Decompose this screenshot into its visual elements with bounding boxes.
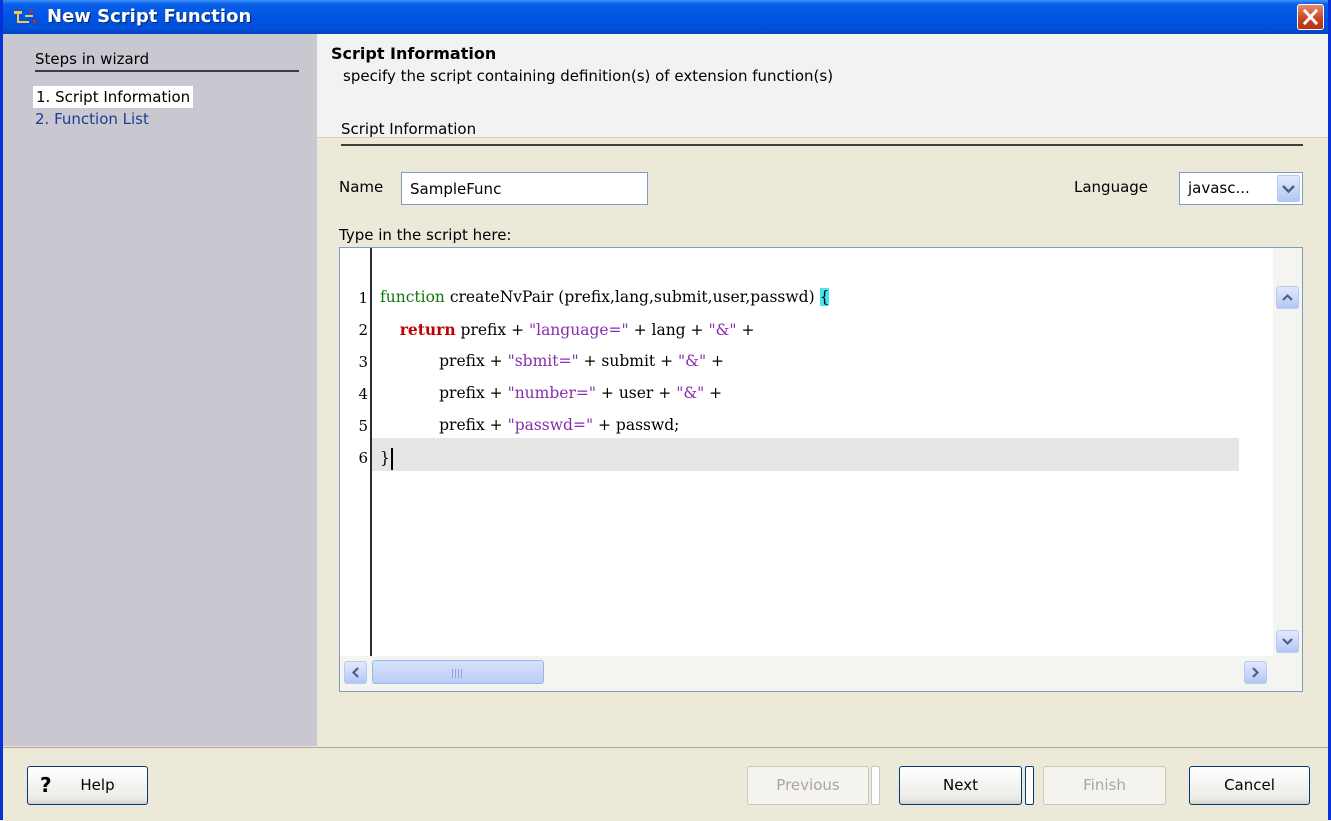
code-string: "sbmit=" — [507, 352, 579, 370]
line-number: 2 — [358, 321, 368, 339]
next-menu-button[interactable] — [1025, 766, 1034, 805]
text-cursor — [390, 448, 393, 470]
close-icon — [1302, 8, 1319, 26]
steps-divider — [35, 70, 299, 72]
code-line: } — [380, 448, 393, 470]
steps-pane — [3, 34, 317, 746]
code-brace-match: { — [819, 288, 830, 306]
step-script-information: 1. Script Information — [33, 86, 194, 108]
grip-icon: |||| — [451, 669, 464, 679]
dropdown-arrow-icon — [1282, 185, 1295, 194]
scroll-up-icon — [1282, 293, 1293, 301]
code-text: + passwd; — [593, 416, 680, 434]
code-line: return prefix + "language=" + lang + "&"… — [380, 320, 755, 339]
code-line: prefix + "number=" + user + "&" + — [380, 384, 722, 402]
previous-menu-button[interactable] — [871, 766, 880, 805]
name-label: Name — [339, 178, 384, 196]
cancel-button[interactable]: Cancel — [1189, 766, 1310, 805]
code-text: prefix + — [380, 352, 508, 370]
line-number-gutter: 1 2 3 4 5 6 — [340, 248, 372, 656]
code-text: + — [706, 352, 724, 370]
title-bar[interactable]: New Script Function — [3, 0, 1328, 34]
code-string: "&" — [678, 352, 707, 370]
horizontal-scroll-thumb[interactable]: |||| — [372, 660, 544, 684]
code-string: "passwd=" — [507, 416, 594, 434]
next-button[interactable]: Next — [899, 766, 1022, 805]
script-editor[interactable]: 1 2 3 4 5 6 function createNvPair (prefi… — [339, 247, 1303, 692]
step-header-title: Script Information — [331, 44, 497, 63]
code-string: "language=" — [528, 321, 629, 339]
code-text: + user + — [595, 384, 677, 402]
line-number: 5 — [358, 417, 368, 435]
scroll-right-button[interactable] — [1244, 661, 1267, 684]
finish-button[interactable]: Finish — [1043, 766, 1166, 805]
steps-heading: Steps in wizard — [35, 50, 150, 68]
help-label: Help — [80, 776, 115, 794]
step-header-subtitle: specify the script containing definition… — [343, 67, 834, 85]
code-text: + submit + — [578, 352, 679, 370]
language-select[interactable]: javasc... — [1179, 172, 1303, 205]
scroll-up-button[interactable] — [1276, 286, 1299, 309]
code-keyword: return — [399, 320, 456, 339]
help-icon: ? — [40, 773, 52, 797]
code-line: prefix + "passwd=" + passwd; — [380, 416, 679, 434]
horizontal-scrollbar[interactable]: |||| — [340, 656, 1302, 691]
code-line: prefix + "sbmit=" + submit + "&" + — [380, 352, 724, 370]
scroll-down-button[interactable] — [1276, 630, 1299, 653]
code-string: "number=" — [507, 384, 596, 402]
line-number: 6 — [358, 449, 368, 467]
line-number: 4 — [358, 385, 368, 403]
panel-divider — [341, 144, 1303, 146]
code-text: } — [380, 449, 390, 467]
code-line: function createNvPair (prefix,lang,submi… — [380, 288, 830, 306]
new-script-function-dialog: New Script Function Steps in wizard 1. S… — [0, 0, 1331, 821]
current-line-highlight — [372, 438, 1239, 471]
language-label: Language — [1074, 178, 1149, 196]
close-button[interactable] — [1297, 4, 1324, 30]
code-text: createNvPair (prefix,lang,submit,user,pa… — [444, 288, 820, 306]
code-text: + lang + — [628, 321, 709, 339]
code-text: prefix + — [455, 321, 529, 339]
previous-button[interactable]: Previous — [747, 766, 869, 805]
code-text: + — [736, 321, 755, 339]
code-text: + — [704, 384, 723, 402]
panel-title: Script Information — [341, 120, 477, 138]
step-function-list: 2. Function List — [35, 110, 149, 128]
code-text: prefix + — [380, 416, 508, 434]
script-label: Type in the script here: — [339, 226, 512, 244]
language-selected-value: javasc... — [1188, 179, 1250, 197]
code-string: "&" — [708, 321, 737, 339]
vertical-scrollbar[interactable] — [1273, 248, 1302, 656]
code-text: prefix + — [380, 384, 508, 402]
app-icon — [14, 10, 36, 23]
line-number: 1 — [358, 289, 368, 307]
language-dropdown-button[interactable] — [1277, 175, 1300, 202]
line-number: 3 — [358, 353, 368, 371]
scroll-right-icon — [1252, 667, 1260, 678]
code-string: "&" — [676, 384, 705, 402]
code-keyword: function — [380, 288, 445, 306]
scroll-left-icon — [351, 667, 359, 678]
scroll-down-icon — [1282, 638, 1293, 646]
name-field[interactable] — [401, 172, 648, 205]
window-title: New Script Function — [47, 6, 252, 27]
help-button[interactable]: ? Help — [27, 766, 148, 805]
scroll-left-button[interactable] — [344, 661, 367, 684]
